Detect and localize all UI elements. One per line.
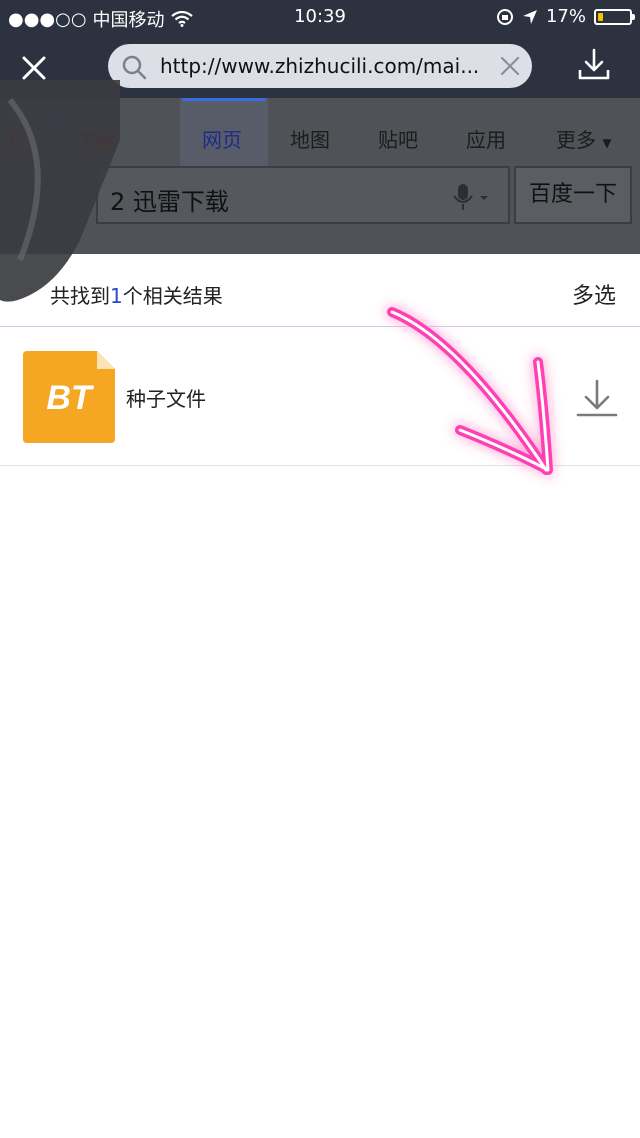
tab-map[interactable]: 地图 — [290, 124, 330, 153]
annotation-arrow — [387, 307, 553, 475]
download-icon[interactable] — [574, 46, 614, 86]
microphone-icon[interactable] — [452, 182, 492, 212]
tab-apps[interactable]: 应用 — [466, 124, 506, 153]
tab-webpage[interactable]: 网页 — [202, 124, 242, 153]
battery-icon — [594, 8, 635, 25]
battery-percent: 17% — [545, 6, 586, 27]
baidu-search-button[interactable]: 百度一下 — [514, 166, 632, 224]
search-input[interactable]: 2 迅雷下载 — [96, 166, 510, 224]
search-icon — [122, 55, 147, 80]
search-query: 2 迅雷下载 — [110, 188, 229, 216]
chevron-down-icon: ▼ — [602, 136, 612, 150]
tab-tieba[interactable]: 贴吧 — [378, 124, 418, 153]
bt-label: BT — [46, 379, 95, 417]
results-count: 共找到1个相关结果 — [50, 284, 223, 308]
tab-more[interactable]: 更多 ▼ — [556, 124, 612, 153]
url-text: http://www.zhizhucili.com/mai... — [160, 54, 480, 78]
bt-file-icon: BT — [23, 351, 115, 443]
file-name: 种子文件 — [126, 387, 206, 411]
location-icon — [522, 9, 537, 24]
clear-icon[interactable] — [498, 54, 522, 78]
orientation-lock-icon — [496, 8, 513, 25]
address-bar[interactable]: http://www.zhizhucili.com/mai... — [108, 44, 532, 88]
status-bar: ●●●○○ 中国移动 10:39 17% — [0, 0, 640, 34]
